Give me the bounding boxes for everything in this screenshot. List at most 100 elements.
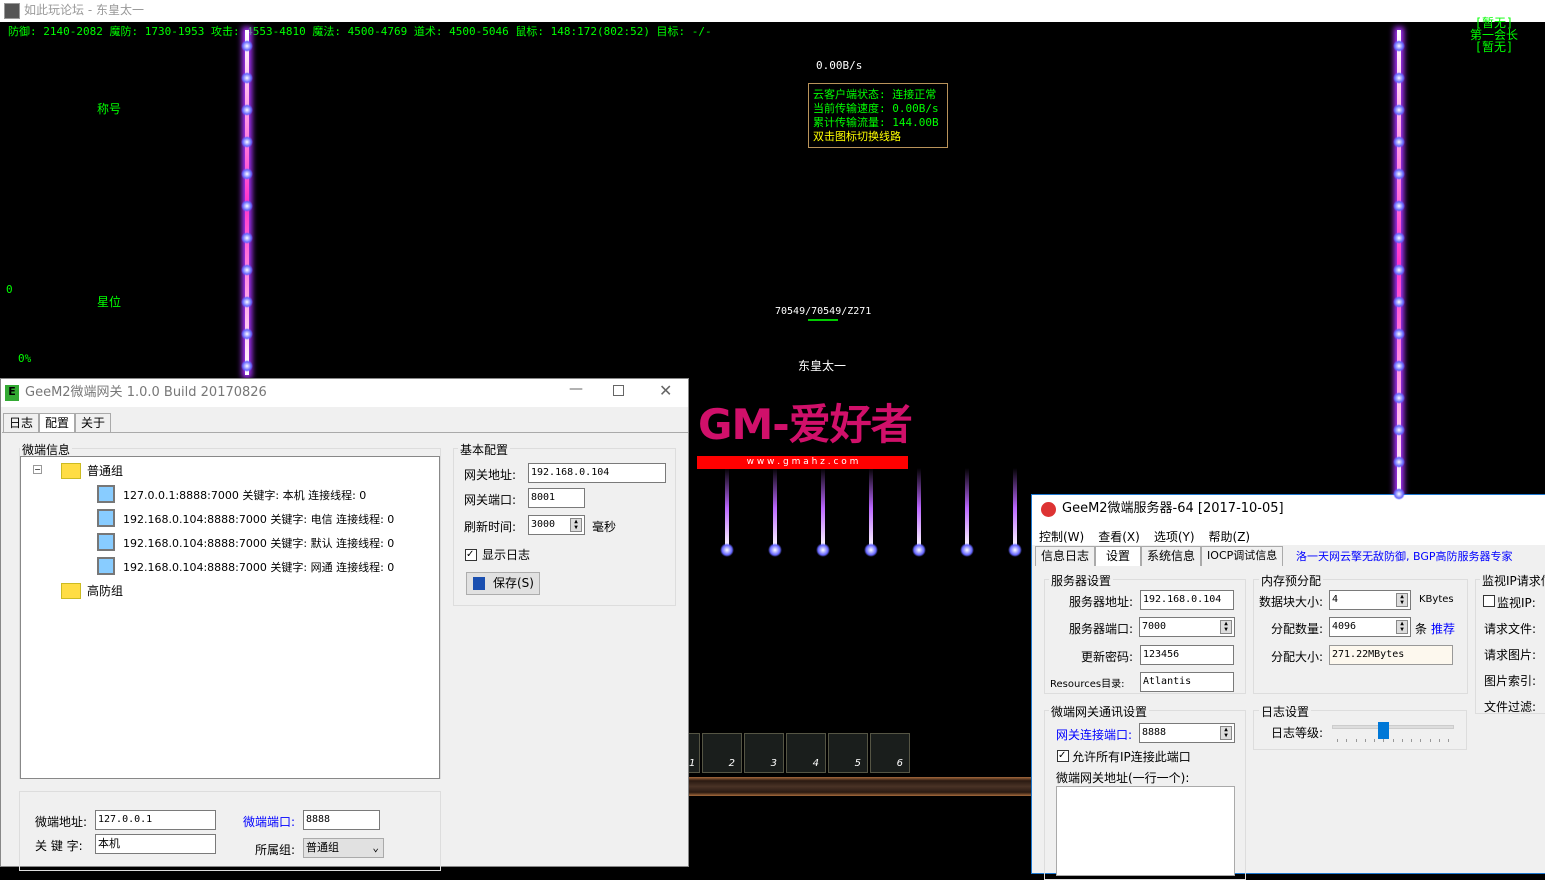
update-password-input[interactable]: 123456 — [1140, 645, 1234, 665]
pillar-orb — [1393, 232, 1405, 244]
tab-info-log[interactable]: 信息日志 — [1035, 546, 1096, 566]
allow-all-ip-checkbox[interactable]: ✓ — [1057, 750, 1069, 762]
gateway-conn-port-value: 8888 — [1142, 727, 1167, 738]
ad-link[interactable]: 洛一天网云擎无敌防御, BGP高防服务器专家 — [1296, 548, 1513, 564]
spike-orb — [720, 543, 734, 557]
slider-tick — [1337, 739, 1338, 742]
slider-tick — [1438, 739, 1440, 742]
slider-track — [1332, 725, 1454, 729]
alloc-size-field: 271.22MBytes — [1329, 645, 1453, 665]
gateway-addr-list[interactable] — [1056, 786, 1235, 876]
menu-help[interactable]: 帮助(Z) — [1209, 528, 1251, 544]
star-label: 星位 — [97, 295, 122, 309]
gateway-app-icon: E — [5, 385, 19, 401]
slider-tick — [1420, 739, 1422, 742]
close-button[interactable]: ✕ — [659, 381, 672, 400]
pillar-orb — [1393, 424, 1405, 436]
pillar-orb — [1393, 104, 1405, 116]
spin-icon[interactable]: ▲ ▼ — [1396, 593, 1408, 607]
minimize-button[interactable]: — — [569, 381, 583, 397]
client-port-input[interactable]: 8888 — [303, 810, 380, 830]
skill-slot[interactable]: 1 — [688, 733, 700, 773]
show-log-label: 显示日志 — [482, 548, 531, 562]
tab-about[interactable]: 关于 — [75, 413, 112, 433]
server-addr-input[interactable]: 192.168.0.104 — [1140, 590, 1234, 610]
pillar-orb — [241, 200, 253, 212]
light-spike — [965, 468, 969, 548]
gateway-title: GeeM2微端网关 1.0.0 Build 20170826 — [25, 385, 267, 400]
light-spike — [917, 468, 921, 548]
slider-thumb[interactable] — [1378, 722, 1390, 739]
block-size-input[interactable]: 4 ▲ ▼ — [1329, 590, 1411, 610]
light-spike — [1013, 468, 1017, 548]
pillar-orb — [1393, 488, 1405, 500]
tab-system-info[interactable]: 系统信息 — [1141, 546, 1202, 566]
maximize-button[interactable] — [613, 385, 624, 396]
client-port-label[interactable]: 微端端口: — [243, 813, 295, 830]
skill-slot[interactable]: 6 — [870, 733, 910, 773]
count-input[interactable]: 4096 ▲ ▼ — [1329, 617, 1411, 637]
gateway-addr-input[interactable]: 192.168.0.104 — [528, 463, 666, 483]
pillar-orb — [1393, 296, 1405, 308]
client-tree[interactable]: − 普通组 127.0.0.1:8888:7000 关键字: 本机 连接线程: … — [20, 456, 440, 779]
client-addr-input[interactable]: 127.0.0.1 — [95, 810, 216, 830]
save-label: 保存(S) — [493, 576, 534, 590]
computer-icon — [97, 557, 115, 575]
tree-item[interactable]: 192.168.0.104:8888:7000 关键字: 电信 连接线程: 0 — [123, 511, 394, 527]
slider-tick — [1401, 739, 1403, 742]
spike-orb — [768, 543, 782, 557]
skill-slot[interactable]: 3 — [744, 733, 784, 773]
menu-view[interactable]: 查看(X) — [1098, 528, 1140, 544]
show-log-checkbox[interactable]: ✓ — [465, 549, 477, 561]
gateway-port-input[interactable]: 8001 — [528, 488, 585, 508]
count-unit: 条 — [1415, 622, 1428, 636]
refresh-input[interactable]: 3000 ▲ ▼ — [528, 515, 585, 535]
tree-group-normal[interactable]: 普通组 — [87, 462, 123, 479]
server-tabs: 信息日志 设置 系统信息 IOCP调试信息 — [1035, 546, 1284, 566]
light-spike — [725, 468, 729, 548]
tab-log[interactable]: 日志 — [3, 413, 40, 433]
server-port-input[interactable]: 7000 ▲ ▼ — [1139, 617, 1235, 637]
menu-control[interactable]: 控制(W) — [1039, 528, 1084, 544]
server-app-icon — [1041, 502, 1056, 517]
keyword-input[interactable]: 本机 — [95, 834, 216, 854]
update-password-label: 更新密码: — [1081, 650, 1134, 664]
refresh-value: 3000 — [531, 519, 556, 530]
spike-orb — [912, 543, 926, 557]
spin-icon[interactable]: ▲ ▼ — [1396, 620, 1408, 634]
tree-item[interactable]: 192.168.0.104:8888:7000 关键字: 默认 连接线程: 0 — [123, 535, 394, 551]
client-addr-label: 微端地址: — [35, 815, 88, 829]
keyword-label: 关 键 字: — [35, 839, 83, 853]
log-settings-label: 日志设置 — [1259, 703, 1312, 720]
tab-settings[interactable]: 设置 — [1095, 546, 1142, 566]
pillar-orb — [241, 328, 253, 340]
slider-tick — [1392, 739, 1394, 742]
skill-slot[interactable]: 4 — [786, 733, 826, 773]
pillar-orb — [241, 360, 253, 372]
tree-item[interactable]: 127.0.0.1:8888:7000 关键字: 本机 连接线程: 0 — [123, 487, 366, 503]
skill-slot[interactable]: 5 — [828, 733, 868, 773]
tab-config[interactable]: 配置 — [39, 413, 76, 433]
skill-bar: 1 2 3 4 5 6 — [688, 733, 910, 773]
light-spike — [821, 468, 825, 548]
recommend-link[interactable]: 推荐 — [1431, 620, 1455, 637]
tree-group-highdef[interactable]: 高防组 — [87, 582, 123, 599]
tree-item[interactable]: 192.168.0.104:8888:7000 关键字: 网通 连接线程: 0 — [123, 559, 394, 575]
skill-slot[interactable]: 2 — [702, 733, 742, 773]
slider-tick — [1374, 739, 1375, 742]
gateway-conn-port-input[interactable]: 8888 ▲ ▼ — [1139, 723, 1235, 743]
pillar-orb — [1393, 360, 1405, 372]
spin-icon[interactable]: ▲ ▼ — [1220, 726, 1232, 740]
tab-iocp-debug[interactable]: IOCP调试信息 — [1201, 546, 1284, 566]
spin-icon[interactable]: ▲ ▼ — [1220, 620, 1232, 634]
pillar-orb — [1393, 72, 1405, 84]
monitor-ip-checkbox[interactable] — [1483, 595, 1495, 607]
server-port-value: 7000 — [1142, 621, 1167, 632]
group-select[interactable]: 普通组 ⌄ — [303, 838, 384, 858]
resources-input[interactable]: Atlantis — [1140, 672, 1234, 692]
spin-icon[interactable]: ▲ ▼ — [570, 518, 582, 532]
log-level-slider[interactable] — [1332, 722, 1454, 744]
menu-options[interactable]: 选项(Y) — [1154, 528, 1195, 544]
server-title: GeeM2微端服务器-64 [2017-10-05] — [1062, 501, 1284, 516]
collapse-icon[interactable]: − — [33, 465, 42, 474]
